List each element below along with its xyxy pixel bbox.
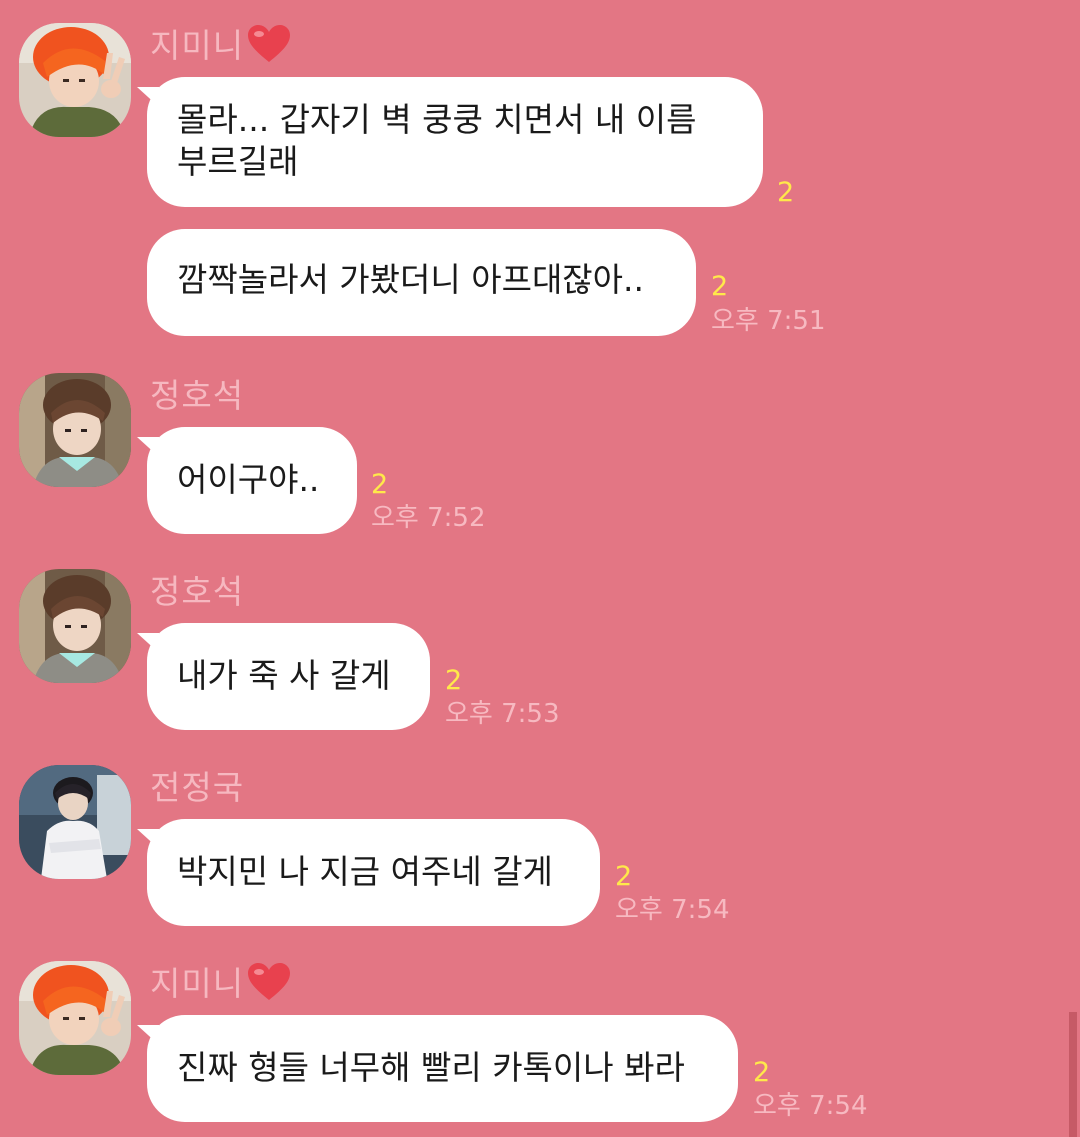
unread-count: 2 — [711, 271, 729, 302]
message-text-line: 내가 죽 사 갈게 — [177, 656, 391, 695]
sender-name: 지미니 — [150, 962, 292, 1004]
message-bubble[interactable]: 어이구야.. — [137, 427, 357, 534]
sender-name-text: 정호석 — [150, 572, 245, 611]
message-timestamp: 오후 7:54 — [753, 1091, 868, 1121]
message-text-line: 어이구야.. — [177, 460, 320, 499]
message-text-line: 박지민 나 지금 여주네 갈게 — [177, 852, 553, 891]
chat-room[interactable]: 지미니 몰라... 갑자기 벽 쿵쿵 치면서 내 이름 부르길래 2 깜짝놀라서… — [0, 0, 1080, 1137]
message-timestamp: 오후 7:52 — [371, 503, 486, 533]
message-timestamp: 오후 7:51 — [711, 306, 826, 336]
orange-hair-peace-sign-avatar — [19, 23, 131, 137]
sender-name-text: 정호석 — [150, 376, 245, 415]
message-bubble[interactable]: 내가 죽 사 갈게 — [137, 623, 430, 730]
message-timestamp: 오후 7:53 — [445, 699, 560, 729]
message-text-line: 깜짝놀라서 가봤더니 아프대잖아.. — [177, 260, 644, 299]
profile-avatar-hoseok[interactable] — [19, 569, 131, 683]
message-bubble[interactable]: 깜짝놀라서 가봤더니 아프대잖아.. — [147, 229, 696, 336]
message-bubble[interactable]: 몰라... 갑자기 벽 쿵쿵 치면서 내 이름 부르길래 — [137, 77, 763, 207]
sender-name-text: 전정국 — [150, 768, 245, 807]
sender-name: 정호석 — [150, 376, 244, 416]
message-text-line: 진짜 형들 너무해 빨리 카톡이나 봐라 — [177, 1048, 685, 1087]
sender-name: 전정국 — [150, 768, 244, 808]
sender-name-text: 지미니 — [150, 964, 245, 1003]
profile-avatar-hoseok[interactable] — [19, 373, 131, 487]
heart-icon — [248, 963, 291, 1000]
message-text-line: 부르길래 — [177, 142, 299, 181]
brown-hair-selfie-avatar — [19, 569, 131, 683]
message-text-line: 몰라... 갑자기 벽 쿵쿵 치면서 내 이름 — [177, 100, 697, 139]
scrollbar-thumb[interactable] — [1069, 1012, 1077, 1137]
white-shirt-portrait-avatar — [19, 765, 131, 879]
message-bubble[interactable]: 진짜 형들 너무해 빨리 카톡이나 봐라 — [137, 1015, 738, 1122]
unread-count: 2 — [753, 1057, 771, 1088]
message-bubble[interactable]: 박지민 나 지금 여주네 갈게 — [137, 819, 600, 926]
unread-count: 2 — [615, 861, 633, 892]
heart-icon — [248, 25, 291, 62]
unread-count: 2 — [445, 665, 463, 696]
sender-name-text: 지미니 — [150, 26, 245, 65]
unread-count: 2 — [777, 177, 795, 208]
unread-count: 2 — [371, 469, 389, 500]
sender-name: 정호석 — [150, 572, 244, 612]
sender-name: 지미니 — [150, 24, 292, 66]
profile-avatar-jeongguk[interactable] — [19, 765, 131, 879]
brown-hair-selfie-avatar — [19, 373, 131, 487]
profile-avatar-jimini[interactable] — [19, 961, 131, 1075]
orange-hair-peace-sign-avatar — [19, 961, 131, 1075]
message-timestamp: 오후 7:54 — [615, 895, 730, 925]
profile-avatar-jimini[interactable] — [19, 23, 131, 137]
